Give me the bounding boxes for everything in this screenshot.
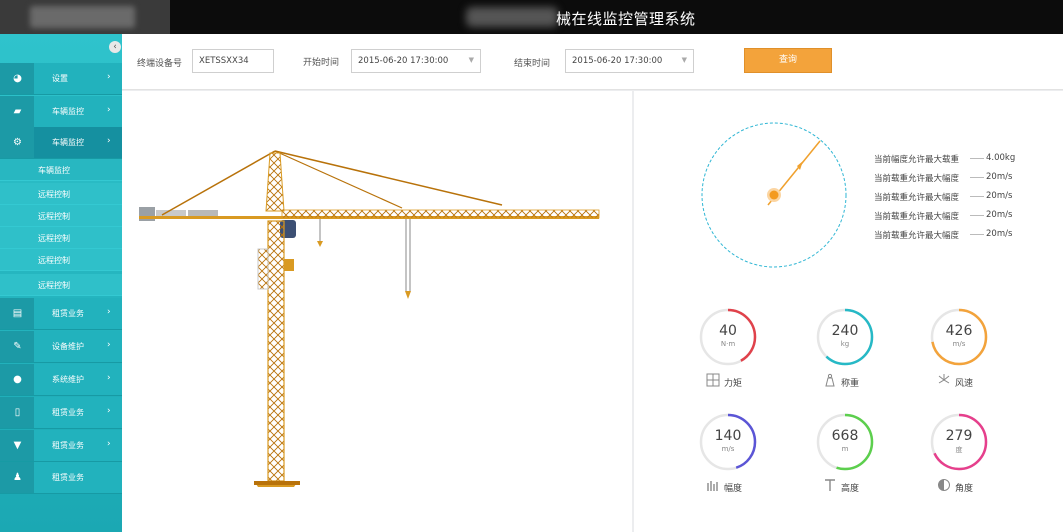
card-icon: ▤ xyxy=(12,308,23,319)
sidebar: ‹ ◕ 设置 › ▰ 车辆监控 › ⚙ 车辆监控 › 车辆监控 远程控制 远程控… xyxy=(0,34,122,532)
caret-down-icon: ▼ xyxy=(681,56,687,64)
device-input[interactable]: XETSSXX34 xyxy=(192,49,274,73)
end-time-label: 结束时间 xyxy=(514,59,551,69)
load-row: 当前幅度允许最大载重 4.00kg xyxy=(874,153,1016,165)
sidebar-item-vehicle-monitor[interactable]: ▰ 车辆监控 › xyxy=(0,96,122,128)
sidebar-item-settings[interactable]: ◕ 设置 › xyxy=(0,63,122,95)
sidebar-item-leasing[interactable]: ▤ 租赁业务 › xyxy=(0,298,122,330)
angle-icon xyxy=(938,479,950,491)
load-row: 当前载重允许最大幅度 20m/s xyxy=(874,210,1013,222)
chevron-down-icon: › xyxy=(107,136,111,146)
end-time-select[interactable]: 2015-06-20 17:30:00 ▼ xyxy=(565,49,694,73)
caret-down-icon: ▼ xyxy=(468,56,474,64)
grid-icon xyxy=(706,373,720,387)
bars-icon xyxy=(707,481,718,491)
device-label: 终端设备号 xyxy=(137,59,183,69)
sidebar-subitem[interactable]: 远程控制 xyxy=(0,274,122,296)
sidebar-subitem[interactable]: 远程控制 xyxy=(0,183,122,205)
sidebar-item-label: 租赁业务 xyxy=(52,441,84,450)
weight-icon xyxy=(825,373,835,387)
height-icon xyxy=(825,479,835,491)
sidebar-item-label: 租赁业务 xyxy=(52,408,84,417)
sidebar-item-label: 车辆监控 xyxy=(52,138,84,147)
query-button[interactable]: 查询 xyxy=(744,48,832,73)
load-limits-list: 当前幅度允许最大载重 4.00kg 当前载重允许最大幅度 20m/s 当前载重允许最… xyxy=(874,153,1044,248)
dashboard-icon: ◕ xyxy=(13,73,22,84)
app-title: 械在线监控管理系统 xyxy=(556,10,696,28)
sidebar-item-leasing-2[interactable]: ▯ 租赁业务 › xyxy=(0,397,122,429)
chevron-right-icon: › xyxy=(107,340,111,350)
sidebar-item-label: 车辆监控 xyxy=(52,107,84,116)
load-row: 当前载重允许最大幅度 20m/s xyxy=(874,229,1013,241)
document-icon: ▯ xyxy=(14,407,21,418)
sidebar-subitem[interactable]: 远程控制 xyxy=(0,205,122,227)
sidebar-item-label: 租赁业务 xyxy=(52,309,84,318)
pencil-icon: ✎ xyxy=(13,341,22,352)
sidebar-item-label: 租赁业务 xyxy=(52,473,84,482)
sidebar-item-label: 设置 xyxy=(52,74,68,83)
gears-icon: ⚙ xyxy=(13,137,22,148)
start-time-select[interactable]: 2015-06-20 17:30:00 ▼ xyxy=(351,49,481,73)
sidebar-item-label: 设备维护 xyxy=(52,342,84,351)
load-row: 当前载重允许最大幅度 20m/s xyxy=(874,191,1013,203)
load-row: 当前载重允许最大幅度 20m/s xyxy=(874,172,1013,184)
sidebar-item-device-maintenance[interactable]: ✎ 设备维护 › xyxy=(0,331,122,363)
map-pin-icon: ● xyxy=(13,374,22,385)
logo xyxy=(0,0,170,34)
chevron-right-icon: › xyxy=(107,307,111,317)
filter-bar: 终端设备号 XETSSXX34 开始时间 2015-06-20 17:30:00… xyxy=(122,34,1063,90)
sidebar-item-system-maintenance[interactable]: ● 系统维护 › xyxy=(0,364,122,396)
tower-crane-illustration xyxy=(139,150,600,487)
title-blurred-part xyxy=(466,7,558,27)
chevron-right-icon: › xyxy=(107,373,111,383)
cup-icon: ▼ xyxy=(13,440,22,451)
chevron-right-icon: › xyxy=(107,105,111,115)
start-time-label: 开始时间 xyxy=(303,58,340,68)
chevron-right-icon: › xyxy=(107,406,111,416)
slew-compass xyxy=(701,122,847,268)
sidebar-item-leasing-4[interactable]: ♟ 租赁业务 xyxy=(0,462,122,494)
sidebar-subitem[interactable]: 远程控制 xyxy=(0,227,122,249)
sidebar-collapse-button[interactable]: ‹ xyxy=(109,41,121,53)
sidebar-item-label: 系统维护 xyxy=(52,375,84,384)
monitor-panel: 当前幅度允许最大载重 4.00kg 当前载重允许最大幅度 20m/s 当前载重允许最… xyxy=(634,91,1063,532)
chevron-right-icon: › xyxy=(107,72,111,82)
sidebar-subitem[interactable]: 车辆监控 xyxy=(0,159,122,181)
chevron-right-icon: › xyxy=(107,439,111,449)
fan-icon xyxy=(938,374,950,384)
sidebar-item-vehicle-monitor-expanded[interactable]: ⚙ 车辆监控 › xyxy=(0,127,122,159)
user-icon: ♟ xyxy=(13,472,22,483)
sidebar-item-leasing-3[interactable]: ▼ 租赁业务 › xyxy=(0,430,122,462)
book-icon: ▰ xyxy=(13,106,22,117)
sidebar-subitem[interactable]: 远程控制 xyxy=(0,249,122,271)
crane-panel xyxy=(122,91,632,532)
top-bar: 械在线监控管理系统 xyxy=(0,0,1063,34)
